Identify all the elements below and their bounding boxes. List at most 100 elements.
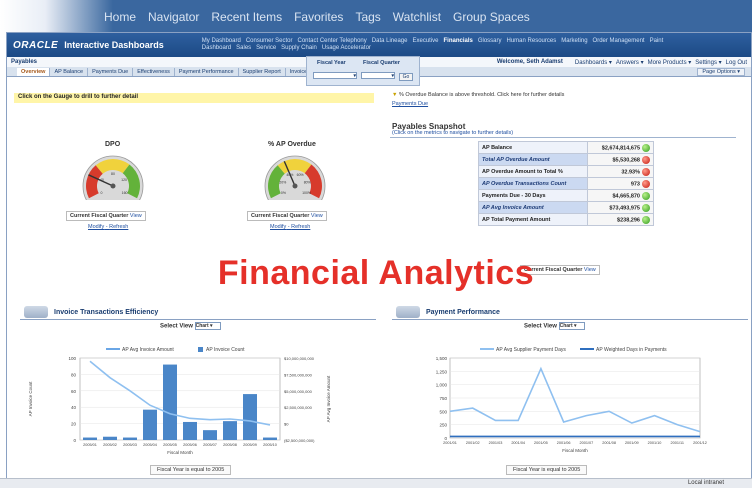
green-status-icon	[642, 143, 650, 152]
top-nav-watchlist[interactable]: Watchlist	[393, 10, 441, 24]
global-link-settings[interactable]: Settings ▾	[695, 60, 721, 66]
alert-arrow-icon: ▼	[392, 92, 398, 98]
bar[interactable]	[163, 364, 177, 440]
tab-supplier-report[interactable]: Supplier Report	[239, 67, 286, 76]
modify-link[interactable]: Modify	[270, 224, 286, 230]
tab-overview[interactable]: Overview	[17, 67, 51, 76]
chart-icon	[396, 306, 420, 318]
bar[interactable]	[263, 437, 277, 440]
metric-label[interactable]: Total AP Overdue Amount	[477, 153, 589, 166]
invoice-efficiency-chart[interactable]: AP Avg Invoice Amount AP Invoice Count 0 20…	[20, 340, 350, 462]
gauge-period-box-dpo: Current Fiscal Quarter View	[66, 211, 146, 221]
gauge-tick-label: 80%	[304, 181, 311, 185]
bar[interactable]	[143, 409, 157, 440]
module-human-resources[interactable]: Human Resources	[507, 38, 557, 44]
module-marketing[interactable]: Marketing	[561, 38, 587, 44]
dpo-gauge[interactable]: 04080120160	[80, 152, 146, 200]
top-nav-navigator[interactable]: Navigator	[148, 10, 199, 24]
module-executive[interactable]: Executive	[412, 38, 438, 44]
bar[interactable]	[203, 430, 217, 440]
snapshot-row[interactable]: Payments Due - 30 Days $4,665,870	[477, 189, 654, 202]
bar[interactable]	[243, 394, 257, 440]
metric-value: 32.93%	[587, 165, 654, 178]
snapshot-row[interactable]: AP Avg Invoice Amount $73,493,975	[477, 201, 654, 214]
module-supply-chain[interactable]: Supply Chain	[281, 45, 317, 51]
snapshot-row[interactable]: AP Overdue Amount to Total % 32.93%	[477, 165, 654, 178]
metric-label[interactable]: AP Avg Invoice Amount	[477, 201, 589, 214]
refresh-link[interactable]: Refresh	[291, 224, 310, 230]
modify-link[interactable]: Modify	[88, 224, 104, 230]
refresh-link[interactable]: Refresh	[109, 224, 128, 230]
red-status-icon	[642, 179, 650, 188]
top-nav-group-spaces[interactable]: Group Spaces	[453, 10, 530, 24]
threshold-notice[interactable]: ▼ % Overdue Balance is above threshold. …	[392, 92, 564, 98]
legend-label: AP Weighted Days in Payments	[596, 347, 667, 353]
x-tick-label: 2001/07	[579, 441, 593, 445]
view-select[interactable]: Chart ▾	[194, 322, 221, 330]
snapshot-row[interactable]: AP Total Payment Amount $238,296	[477, 213, 654, 226]
bar[interactable]	[83, 437, 97, 440]
metric-value-text: 32.93%	[621, 168, 640, 175]
x-tick-label: 2001/09	[625, 441, 639, 445]
view-button[interactable]: View	[311, 213, 323, 219]
tab-payments-due[interactable]: Payments Due	[88, 67, 134, 76]
module-order-management[interactable]: Order Management	[593, 38, 645, 44]
bar[interactable]	[123, 437, 137, 440]
y-tick-label: 40	[71, 405, 77, 410]
payment-performance-chart[interactable]: AP Avg Supplier Payment Days AP Weighted …	[420, 340, 720, 462]
global-link-more-products[interactable]: More Products ▾	[648, 60, 692, 66]
gauge-period-box-ap-overdue: Current Fiscal Quarter View	[247, 211, 327, 221]
module-financials[interactable]: Financials	[444, 38, 473, 44]
x-tick-label: 2005/04	[143, 443, 157, 447]
top-nav-home[interactable]: Home	[104, 10, 136, 24]
module-contact-center-telephony[interactable]: Contact Center Telephony	[298, 38, 367, 44]
metric-label[interactable]: AP Overdue Transactions Count	[477, 177, 589, 190]
gauge-tick-label: 120	[121, 178, 127, 182]
bar[interactable]	[223, 421, 237, 440]
global-link-dashboards[interactable]: Dashboards ▾	[575, 60, 612, 66]
module-data-lineage[interactable]: Data Lineage	[372, 38, 408, 44]
gauge-tick-label: 80	[111, 172, 115, 176]
module-usage-accelerator[interactable]: Usage Accelerator	[322, 45, 371, 51]
global-link-answers[interactable]: Answers ▾	[616, 60, 644, 66]
metric-value: $5,530,268	[587, 153, 654, 166]
view-select[interactable]: Chart ▾	[558, 322, 585, 330]
chart-icon	[24, 306, 48, 318]
payments-due-link[interactable]: Payments Due	[392, 101, 428, 107]
snapshot-row[interactable]: Total AP Overdue Amount $5,530,268	[477, 153, 654, 166]
metric-label[interactable]: Payments Due - 30 Days	[477, 189, 589, 202]
snapshot-row[interactable]: AP Overdue Transactions Count 973	[477, 177, 654, 190]
global-link-log-out[interactable]: Log Out	[726, 60, 747, 66]
tab-ap-balance[interactable]: AP Balance	[50, 67, 89, 76]
view-button[interactable]: View	[130, 213, 142, 219]
snapshot-row[interactable]: AP Balance $2,674,814,675	[477, 141, 654, 154]
fiscal-year-select[interactable]: ▾	[313, 72, 357, 79]
tab-effectiveness[interactable]: Effectiveness	[133, 67, 175, 76]
tab-payment-performance[interactable]: Payment Performance	[175, 67, 239, 76]
top-nav-favorites[interactable]: Favorites	[294, 10, 343, 24]
overlay-title: Financial Analytics	[217, 254, 535, 292]
metric-label[interactable]: AP Balance	[477, 141, 589, 154]
ap-overdue-gauge[interactable]: 0%20%40%60%80%100%	[262, 152, 328, 200]
module-my-dashboard[interactable]: My Dashboard	[202, 38, 241, 44]
gauge-tick-label: 100%	[302, 191, 311, 195]
module-consumer-sector[interactable]: Consumer Sector	[246, 38, 293, 44]
bar[interactable]	[103, 436, 117, 440]
metric-label[interactable]: AP Overdue Amount to Total %	[477, 165, 589, 178]
filter-footer-right: Fiscal Year is equal to 2005	[506, 465, 588, 475]
gauge-tick-label: 20%	[279, 181, 286, 185]
module-sales[interactable]: Sales	[236, 45, 251, 51]
module-service[interactable]: Service	[256, 45, 276, 51]
bar[interactable]	[183, 421, 197, 440]
page-options-button[interactable]: Page Options ▾	[697, 67, 745, 76]
fiscal-quarter-select[interactable]: ▾	[361, 72, 395, 79]
top-nav-recent-items[interactable]: Recent Items	[211, 10, 282, 24]
module-glossary[interactable]: Glossary	[478, 38, 502, 44]
top-nav-tags[interactable]: Tags	[355, 10, 380, 24]
metric-value: $2,674,814,675	[587, 141, 654, 154]
global-links: Dashboards ▾ Answers ▾ More Products ▾ Sett…	[571, 59, 747, 66]
notice-text: % Overdue Balance is above threshold. Cl…	[398, 92, 565, 98]
go-button[interactable]: Go	[399, 73, 413, 81]
zone-label: Local intranet	[687, 480, 724, 486]
metric-label[interactable]: AP Total Payment Amount	[477, 213, 589, 226]
